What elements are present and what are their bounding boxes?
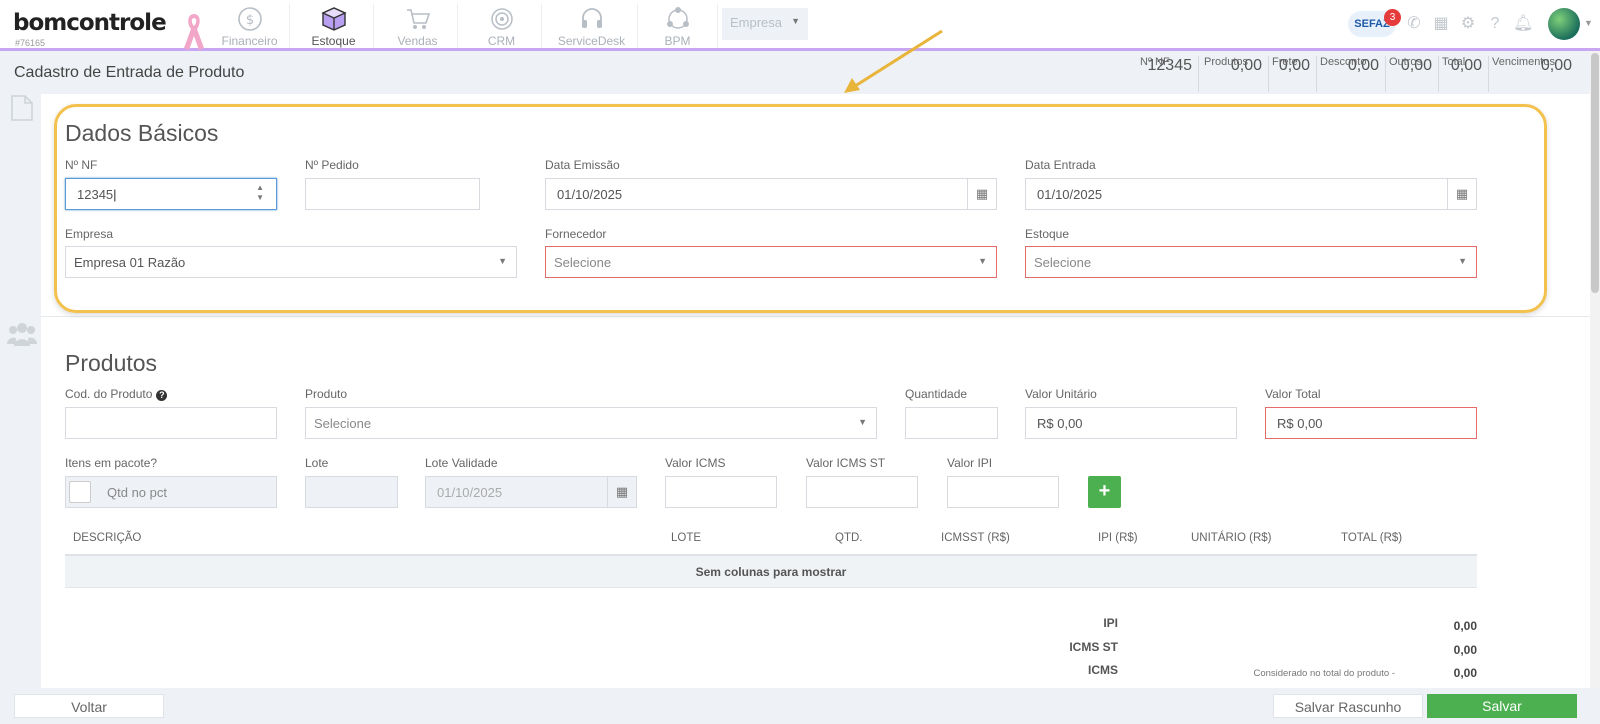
valor-icmsst-label: Valor ICMS ST [806,456,886,470]
valor-total-label: Valor Total [1265,387,1321,401]
cube-icon [320,7,347,31]
section-title-produtos: Produtos [65,350,158,376]
highlight-box [54,104,1547,313]
icmsst-total-label: ICMS ST [1069,640,1118,654]
nav-label: Financeiro [221,34,278,48]
chevron-down-icon[interactable]: ▼ [1584,18,1593,28]
page-title: Cadastro de Entrada de Produto [14,64,245,81]
annotation-arrow-icon [844,29,943,93]
summary-frete: Frete 0,00 [1272,56,1317,92]
nav-vendas[interactable]: Vendas [378,4,458,48]
summary-desconto: Desconto 0,00 [1320,56,1386,92]
calendar-icon[interactable]: ▦ [607,477,636,507]
summary-total: Total 0,00 [1442,56,1489,92]
valor-unitario-input[interactable]: R$ 0,00 [1025,407,1237,439]
ipi-total-label: IPI [1103,616,1118,630]
nav-label: BPM [664,34,691,48]
divider [41,316,1590,317]
valor-icms-input[interactable] [665,476,777,508]
valor-ipi-label: Valor IPI [947,456,993,470]
valor-unitario-label: Valor Unitário [1025,387,1097,401]
summary-outros: Outros 0,00 [1389,56,1439,92]
summary-vencimentos: Vencimentos 0,00 [1492,56,1572,74]
question-circle-icon[interactable]: ? [156,390,168,401]
valor-ipi-input[interactable] [947,476,1059,508]
chevron-down-icon: ▼ [858,417,867,427]
column-header[interactable]: ICMSST (R$) [941,532,1010,544]
column-header[interactable]: LOTE [671,532,701,544]
valor-total-input[interactable]: R$ 0,00 [1265,407,1477,439]
cod-produto-label: Cod. do Produto? [65,387,168,401]
users-icon [7,323,37,346]
svg-text:$: $ [245,13,253,28]
column-header[interactable]: QTD. [835,532,862,544]
itens-pacote-label: Itens em pacote? [65,456,158,470]
table-empty-message: Sem colunas para mostrar [65,556,1477,588]
document-icon [11,95,33,121]
summary-produtos: Produtos 0,00 [1204,56,1269,92]
top-navbar: bomcontrole #76165 $ Financeiro Estoque … [0,0,1600,51]
icms-total-note: Considerado no total do produto - [1253,668,1395,679]
qtd-pacote-input[interactable]: Qtd no pct [65,476,277,508]
nav-financeiro[interactable]: $ Financeiro [210,4,290,48]
produto-label: Produto [305,387,348,401]
lote-validade-input[interactable]: 01/10/2025 ▦ [425,476,637,508]
chevron-down-icon: ▼ [791,16,800,26]
bell-icon[interactable]: 🔔︎ [1513,15,1533,33]
nav-servicedesk[interactable]: ServiceDesk [546,4,638,48]
target-icon [490,8,513,30]
back-button[interactable]: Voltar [14,694,164,718]
column-header[interactable]: DESCRIÇÃO [73,532,141,544]
nav-label: CRM [487,34,516,48]
whatsapp-icon[interactable]: ✆ [1405,15,1423,33]
scrollbar-thumb[interactable] [1591,53,1599,293]
help-icon[interactable]: ? [1486,15,1504,33]
nav-label: Estoque [311,34,356,48]
save-draft-button[interactable]: Salvar Rascunho [1273,694,1423,718]
dollar-circle-icon: $ [237,7,262,31]
save-button[interactable]: Salvar [1427,694,1577,718]
icmsst-total-value: 0,00 [1453,643,1477,657]
summary-nf: Nº NF 12345 [1140,56,1199,92]
nav-label: Vendas [397,34,438,48]
user-avatar[interactable] [1548,8,1580,40]
section-sidebar [0,94,41,688]
ipi-total-value: 0,00 [1453,619,1477,633]
nav-estoque[interactable]: Estoque [294,4,374,48]
cod-produto-input[interactable] [65,407,277,439]
account-id: #76165 [15,38,46,48]
footer-bar: Voltar Salvar Rascunho Salvar [0,688,1600,724]
nav-bpm[interactable]: BPM [638,4,718,48]
vertical-scrollbar[interactable] [1590,51,1600,688]
add-product-button[interactable]: + [1088,476,1121,508]
quantidade-label: Quantidade [905,387,968,401]
icms-total-value: 0,00 [1453,666,1477,680]
column-header[interactable]: IPI (R$) [1098,532,1138,544]
app-logo[interactable]: bomcontrole [13,10,167,36]
lote-input[interactable] [305,476,398,508]
column-header[interactable]: UNITÁRIO (R$) [1191,532,1272,544]
produto-select[interactable]: Selecione ▼ [305,407,877,439]
nav-crm[interactable]: CRM [462,4,542,48]
nav-label: ServiceDesk [557,34,626,48]
company-select-value: Empresa [730,15,783,30]
lote-validade-label: Lote Validade [425,456,498,470]
process-icon [666,7,689,29]
calendar-icon[interactable]: ▦ [1432,15,1450,33]
quantidade-input[interactable] [905,407,998,439]
headset-icon [581,8,602,28]
lote-label: Lote [305,456,329,470]
cart-icon [406,9,430,29]
column-header[interactable]: TOTAL (R$) [1341,532,1402,544]
itens-pacote-checkbox[interactable] [69,481,91,503]
valor-icmsst-input[interactable] [806,476,918,508]
page-header: Cadastro de Entrada de Produto Nº NF 1234… [0,54,1600,94]
icms-total-label: ICMS [1088,663,1118,677]
valor-icms-label: Valor ICMS [665,456,726,470]
gear-icon[interactable]: ⚙ [1459,15,1477,33]
company-select[interactable]: Empresa ▼ [722,8,808,40]
notification-count-badge: 3 [1384,9,1401,26]
pink-ribbon-icon [184,14,204,50]
